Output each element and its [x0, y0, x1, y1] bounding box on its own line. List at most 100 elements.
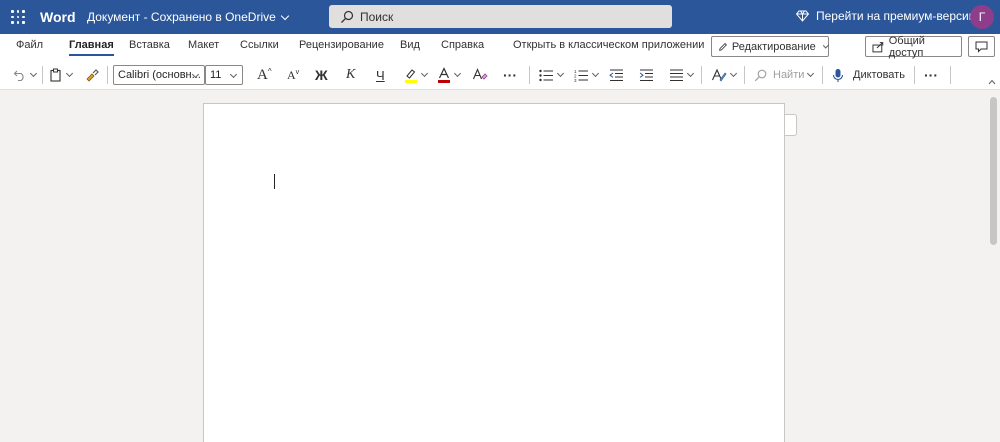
app-launcher-icon[interactable]: [11, 10, 25, 24]
avatar[interactable]: Г: [970, 5, 994, 29]
chevron-down-icon: [453, 69, 462, 78]
undo-icon: [13, 70, 24, 82]
editing-label: Редактирование: [731, 40, 816, 53]
more-font-options-button[interactable]: ···: [503, 60, 517, 90]
decrease-indent-icon: [609, 69, 623, 81]
diamond-icon: [796, 10, 809, 22]
tab-insert[interactable]: Вставка: [129, 39, 170, 51]
styles-icon: [711, 68, 727, 82]
undo-button[interactable]: [13, 60, 38, 90]
shrink-font-button[interactable]: Av: [287, 60, 299, 90]
chevron-down-icon: [229, 70, 238, 79]
grow-font-icon: A: [257, 66, 268, 83]
highlighter-icon: [405, 69, 417, 83]
bold-button[interactable]: Ж: [315, 60, 328, 90]
toolbar-divider: [42, 66, 43, 84]
toolbar-divider: [822, 66, 823, 84]
font-size-dropdown[interactable]: 11: [205, 65, 243, 85]
font-color-button[interactable]: [437, 60, 462, 90]
shrink-font-icon: A: [287, 67, 296, 82]
dictate-button[interactable]: Диктовать: [832, 60, 905, 90]
toolbar-divider: [914, 66, 915, 84]
share-button[interactable]: Общий доступ: [865, 34, 962, 59]
bullets-button[interactable]: [539, 60, 565, 90]
document-title-button[interactable]: Документ - Сохранено в OneDrive: [87, 10, 290, 24]
tab-review[interactable]: Рецензирование: [299, 39, 384, 51]
dictate-label: Диктовать: [853, 69, 905, 81]
premium-button[interactable]: Перейти на премиум-версию: [796, 9, 978, 23]
font-size-value: 11: [210, 69, 222, 81]
tab-view[interactable]: Вид: [400, 39, 420, 51]
pencil-icon: [719, 42, 728, 51]
chevron-down-icon: [280, 11, 290, 20]
tab-file[interactable]: Файл: [16, 39, 43, 51]
share-icon: [872, 41, 884, 52]
ribbon-tabs: Файл Главная Вставка Макет Ссылки Реценз…: [0, 34, 1000, 60]
share-label: Общий доступ: [888, 34, 925, 59]
highlight-button[interactable]: [404, 60, 429, 90]
toolbar-divider: [701, 66, 702, 84]
comments-button[interactable]: [968, 36, 995, 57]
more-options-button[interactable]: ···: [924, 60, 938, 90]
microphone-icon: [832, 68, 844, 82]
clipboard-icon: [50, 68, 61, 82]
underline-button[interactable]: Ч: [376, 60, 385, 90]
scroll-up-icon[interactable]: [988, 78, 996, 86]
tab-layout[interactable]: Макет: [188, 39, 219, 51]
search-box[interactable]: [329, 5, 672, 28]
find-label: Найти: [773, 69, 805, 81]
numbering-button[interactable]: 1 2 3: [574, 60, 600, 90]
align-left-icon: [670, 69, 683, 81]
font-name-dropdown[interactable]: Calibri (основн...: [113, 65, 205, 85]
page-side-tab: [785, 114, 797, 136]
numbered-list-icon: 1 2 3: [574, 69, 588, 82]
grow-font-button[interactable]: A ^: [257, 60, 272, 90]
toolbar-divider: [107, 66, 108, 84]
search-icon: [341, 10, 354, 23]
tab-help[interactable]: Справка: [441, 39, 484, 51]
document-page[interactable]: [203, 103, 785, 442]
svg-text:3: 3: [574, 78, 577, 82]
font-color-icon: [438, 67, 450, 83]
decrease-indent-button[interactable]: [609, 60, 624, 90]
comment-icon: [975, 41, 988, 53]
chevron-down-icon: [556, 69, 565, 78]
tab-references[interactable]: Ссылки: [240, 39, 279, 51]
chevron-down-icon: [591, 69, 600, 78]
format-painter-icon: [86, 69, 99, 82]
chevron-down-icon: [822, 41, 830, 49]
search-input[interactable]: [360, 9, 660, 24]
app-name[interactable]: Word: [40, 9, 76, 25]
toolbar-divider: [950, 66, 951, 84]
paste-button[interactable]: [49, 60, 74, 90]
document-canvas: [0, 91, 1000, 442]
title-bar: Word Документ - Сохранено в OneDrive Пер…: [0, 0, 1000, 34]
font-name-value: Calibri (основн...: [118, 69, 201, 81]
chevron-down-icon: [729, 69, 738, 78]
italic-button[interactable]: К: [346, 60, 355, 90]
increase-indent-button[interactable]: [639, 60, 654, 90]
chevron-down-icon: [807, 69, 815, 78]
vertical-scrollbar[interactable]: [990, 97, 997, 245]
clear-formatting-icon: [472, 68, 488, 80]
styles-button[interactable]: [711, 60, 738, 90]
document-title: Документ - Сохранено в OneDrive: [87, 10, 276, 24]
clear-formatting-button[interactable]: [472, 60, 488, 90]
editing-mode-button[interactable]: Редактирование: [711, 36, 830, 57]
find-button[interactable]: Найти: [754, 60, 815, 90]
formatting-toolbar: Calibri (основн... 11 A ^ Av Ж К Ч ··· 1…: [0, 60, 1000, 90]
chevron-down-icon: [420, 69, 429, 78]
tab-home[interactable]: Главная: [69, 39, 114, 56]
increase-indent-icon: [639, 69, 653, 81]
chevron-down-icon: [29, 69, 38, 78]
chevron-down-icon: [686, 69, 695, 78]
bullet-list-icon: [539, 69, 553, 81]
toolbar-divider: [744, 66, 745, 84]
search-icon: [754, 69, 767, 81]
toolbar-divider: [529, 66, 530, 84]
chevron-down-icon: [65, 69, 74, 78]
align-button[interactable]: [669, 60, 695, 90]
format-painter-button[interactable]: [85, 60, 99, 90]
open-in-desktop-app[interactable]: Открыть в классическом приложении: [513, 39, 704, 51]
premium-label: Перейти на премиум-версию: [816, 9, 978, 23]
